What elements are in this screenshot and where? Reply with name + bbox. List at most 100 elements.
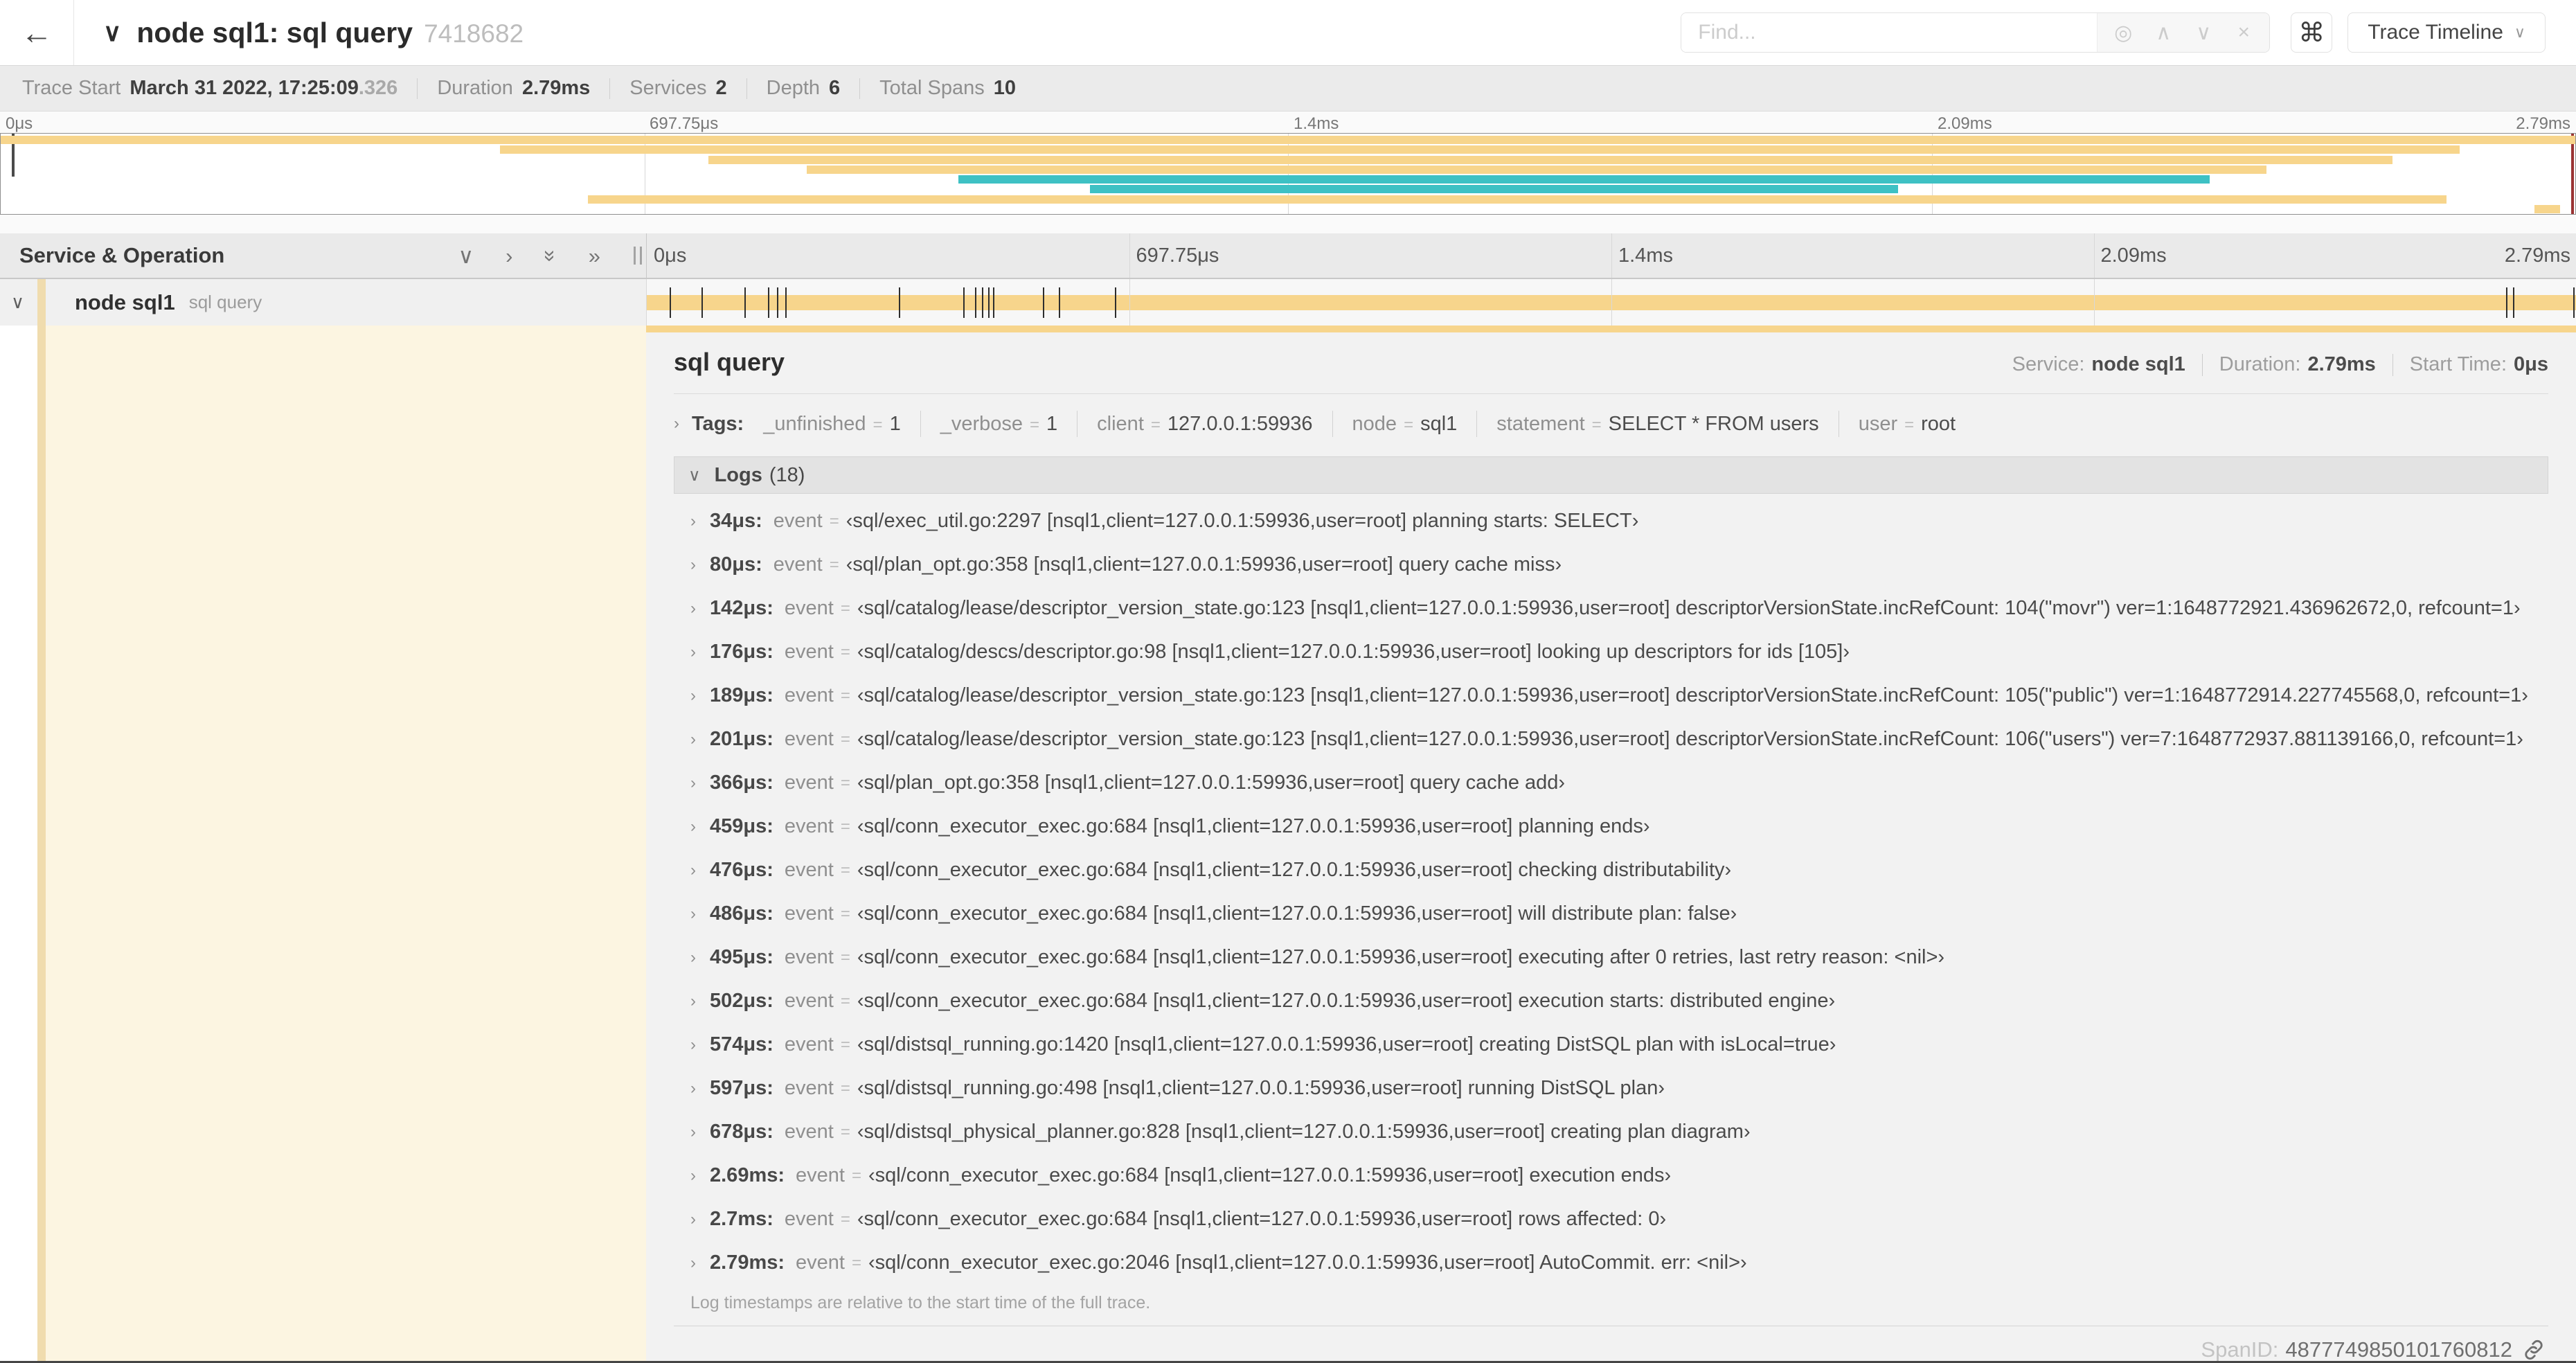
log-field-key: event bbox=[784, 684, 834, 706]
prev-match-icon[interactable]: ∧ bbox=[2143, 20, 2183, 46]
log-row[interactable]: › 34μs: event = ‹sql/exec_util.go:2297 [nsql… bbox=[674, 499, 2548, 543]
collapse-all-icon[interactable]: » bbox=[539, 249, 563, 261]
minimap-ruler: 0μs 697.75μs 1.4ms 2.09ms 2.79ms bbox=[0, 112, 2576, 133]
log-row[interactable]: › 597μs: event = ‹sql/distsql_running.go:498… bbox=[674, 1067, 2548, 1110]
log-row[interactable]: › 142μs: event = ‹sql/catalog/lease/descript… bbox=[674, 587, 2548, 630]
log-event-tick bbox=[1115, 287, 1117, 318]
trace-collapse-icon[interactable]: ∨ bbox=[103, 18, 121, 47]
log-row[interactable]: › 2.79ms: event = ‹sql/conn_executor_exec.go… bbox=[674, 1241, 2548, 1285]
service-operation-header: Service & Operation ∨ › » » bbox=[0, 233, 646, 278]
log-row[interactable]: › 176μs: event = ‹sql/catalog/descs/descript… bbox=[674, 630, 2548, 674]
detail-divider bbox=[674, 393, 2548, 394]
log-row[interactable]: › 201μs: event = ‹sql/catalog/lease/descript… bbox=[674, 718, 2548, 761]
keyboard-shortcuts-button[interactable]: ⌘ bbox=[2291, 12, 2333, 53]
tag-item: user = root bbox=[1859, 413, 1956, 436]
log-timestamp: 366μs: bbox=[710, 772, 773, 794]
view-selector-button[interactable]: Trace Timeline ∨ bbox=[2347, 12, 2546, 53]
collapse-one-icon[interactable]: ∨ bbox=[458, 245, 474, 267]
tag-item: _unfinished = 1 bbox=[763, 413, 901, 436]
tag-item: _verbose = 1 bbox=[940, 413, 1057, 436]
log-field-key: event bbox=[784, 641, 834, 663]
log-timestamp: 495μs: bbox=[710, 946, 773, 968]
tag-value: 1 bbox=[1046, 412, 1058, 435]
log-timestamp: 80μs: bbox=[710, 553, 762, 576]
chevron-right-icon: › bbox=[690, 686, 696, 705]
chevron-right-icon: › bbox=[690, 642, 696, 661]
log-event-tick bbox=[776, 287, 778, 318]
minimap-span-bar bbox=[708, 155, 2392, 164]
expand-all-icon[interactable]: » bbox=[589, 245, 600, 267]
log-row[interactable]: › 678μs: event = ‹sql/distsql_physical_plann… bbox=[674, 1110, 2548, 1154]
tag-item: statement = SELECT * FROM users bbox=[1496, 413, 1818, 436]
span-accent-strip bbox=[646, 326, 2576, 332]
span-row[interactable]: ∨ node sql1 sql query bbox=[0, 279, 2576, 326]
log-timestamp: 34μs: bbox=[710, 510, 762, 532]
log-equals: = bbox=[840, 1035, 850, 1054]
log-equals: = bbox=[840, 904, 850, 923]
next-match-icon[interactable]: ∨ bbox=[2183, 20, 2224, 46]
log-timestamp: 486μs: bbox=[710, 902, 773, 925]
log-field-value: ‹sql/conn_executor_exec.go:684 [nsql1,cl… bbox=[857, 859, 1732, 881]
log-field-value: ‹sql/plan_opt.go:358 [nsql1,client=127.0… bbox=[857, 772, 1566, 794]
overview-label: Start Time: bbox=[2409, 353, 2507, 375]
expand-one-icon[interactable]: › bbox=[506, 245, 512, 267]
locate-match-icon[interactable]: ◎ bbox=[2103, 20, 2143, 46]
ruler-tick-label: 697.75μs bbox=[650, 114, 719, 133]
tag-key: statement bbox=[1496, 412, 1585, 435]
log-row[interactable]: › 486μs: event = ‹sql/conn_executor_exec.go:… bbox=[674, 892, 2548, 936]
minimap-span-row bbox=[1, 175, 2575, 184]
span-detail-footer: SpanID: 4877749850101760812 bbox=[674, 1326, 2548, 1361]
log-field-key: event bbox=[784, 859, 834, 881]
find-input[interactable] bbox=[1681, 13, 2098, 52]
log-field-value: ‹sql/distsql_running.go:498 [nsql1,clien… bbox=[857, 1077, 1665, 1099]
minimap-canvas[interactable] bbox=[0, 133, 2576, 215]
chevron-right-icon: › bbox=[674, 414, 679, 433]
minimap-span-bar bbox=[1089, 185, 1899, 194]
span-name-cell[interactable]: ∨ node sql1 sql query bbox=[0, 279, 646, 326]
log-row[interactable]: › 502μs: event = ‹sql/conn_executor_exec.go:… bbox=[674, 979, 2548, 1023]
log-row[interactable]: › 495μs: event = ‹sql/conn_executor_exec.go:… bbox=[674, 936, 2548, 979]
log-row[interactable]: › 2.7ms: event = ‹sql/conn_executor_exec.go:… bbox=[674, 1197, 2548, 1241]
chevron-right-icon: › bbox=[690, 947, 696, 967]
summary-value: 10 bbox=[993, 77, 1016, 99]
chevron-right-icon: › bbox=[690, 1035, 696, 1054]
clear-search-icon[interactable]: × bbox=[2224, 20, 2264, 45]
trace-title-wrap: ∨ node sql1: sql query 7418682 bbox=[103, 17, 1681, 49]
summary-divider bbox=[609, 78, 611, 99]
log-equals: = bbox=[840, 686, 850, 705]
log-row[interactable]: › 574μs: event = ‹sql/distsql_running.go:142… bbox=[674, 1023, 2548, 1067]
log-row[interactable]: › 189μs: event = ‹sql/catalog/lease/descript… bbox=[674, 674, 2548, 718]
log-field-value: ‹sql/catalog/lease/descriptor_version_st… bbox=[857, 684, 2528, 706]
back-button[interactable]: ← bbox=[0, 0, 74, 65]
log-field-value: ‹sql/conn_executor_exec.go:684 [nsql1,cl… bbox=[857, 990, 1836, 1012]
log-row[interactable]: › 2.69ms: event = ‹sql/conn_executor_exec.go… bbox=[674, 1154, 2548, 1197]
summary-label: Depth bbox=[766, 77, 821, 99]
log-row[interactable]: › 366μs: event = ‹sql/plan_opt.go:358 [nsql1… bbox=[674, 761, 2548, 805]
timeline-grid-line bbox=[1129, 279, 1130, 326]
log-timestamp: 142μs: bbox=[710, 597, 773, 619]
view-selector-label: Trace Timeline bbox=[2368, 21, 2503, 44]
log-row[interactable]: › 476μs: event = ‹sql/conn_executor_exec.go:… bbox=[674, 848, 2548, 892]
tags-row[interactable]: › Tags: _unfinished = 1 _verbose = 1 client = 12… bbox=[674, 411, 2548, 437]
log-row[interactable]: › 80μs: event = ‹sql/plan_opt.go:358 [nsql1,… bbox=[674, 543, 2548, 587]
log-field-value: ‹sql/plan_opt.go:358 [nsql1,client=127.0… bbox=[846, 553, 1562, 576]
log-field-value: ‹sql/conn_executor_exec.go:684 [nsql1,cl… bbox=[857, 1208, 1667, 1230]
ruler-grid-line bbox=[2093, 233, 2095, 278]
minimap-span-bar bbox=[1, 136, 2575, 144]
trace-id: 7418682 bbox=[424, 19, 524, 48]
timeline-ruler: 0μs 697.75μs 1.4ms 2.09ms 2.79ms bbox=[646, 233, 2576, 278]
overview-value: 0μs bbox=[2514, 353, 2548, 375]
minimap-span-row bbox=[1, 136, 2575, 144]
link-icon[interactable] bbox=[2522, 1338, 2546, 1361]
log-field-key: event bbox=[784, 1077, 834, 1099]
log-equals: = bbox=[829, 555, 839, 574]
column-resizer[interactable] bbox=[634, 247, 642, 265]
tag-equals: = bbox=[1591, 415, 1602, 434]
span-collapse-icon[interactable]: ∨ bbox=[11, 292, 37, 313]
log-row[interactable]: › 459μs: event = ‹sql/conn_executor_exec.go:… bbox=[674, 805, 2548, 848]
log-timestamp: 189μs: bbox=[710, 684, 773, 706]
log-field-value: ‹sql/conn_executor_exec.go:684 [nsql1,cl… bbox=[857, 815, 1650, 837]
log-equals: = bbox=[840, 947, 850, 967]
ruler-tick-label: 2.79ms bbox=[2504, 244, 2570, 267]
logs-header[interactable]: ∨ Logs (18) bbox=[674, 456, 2548, 494]
